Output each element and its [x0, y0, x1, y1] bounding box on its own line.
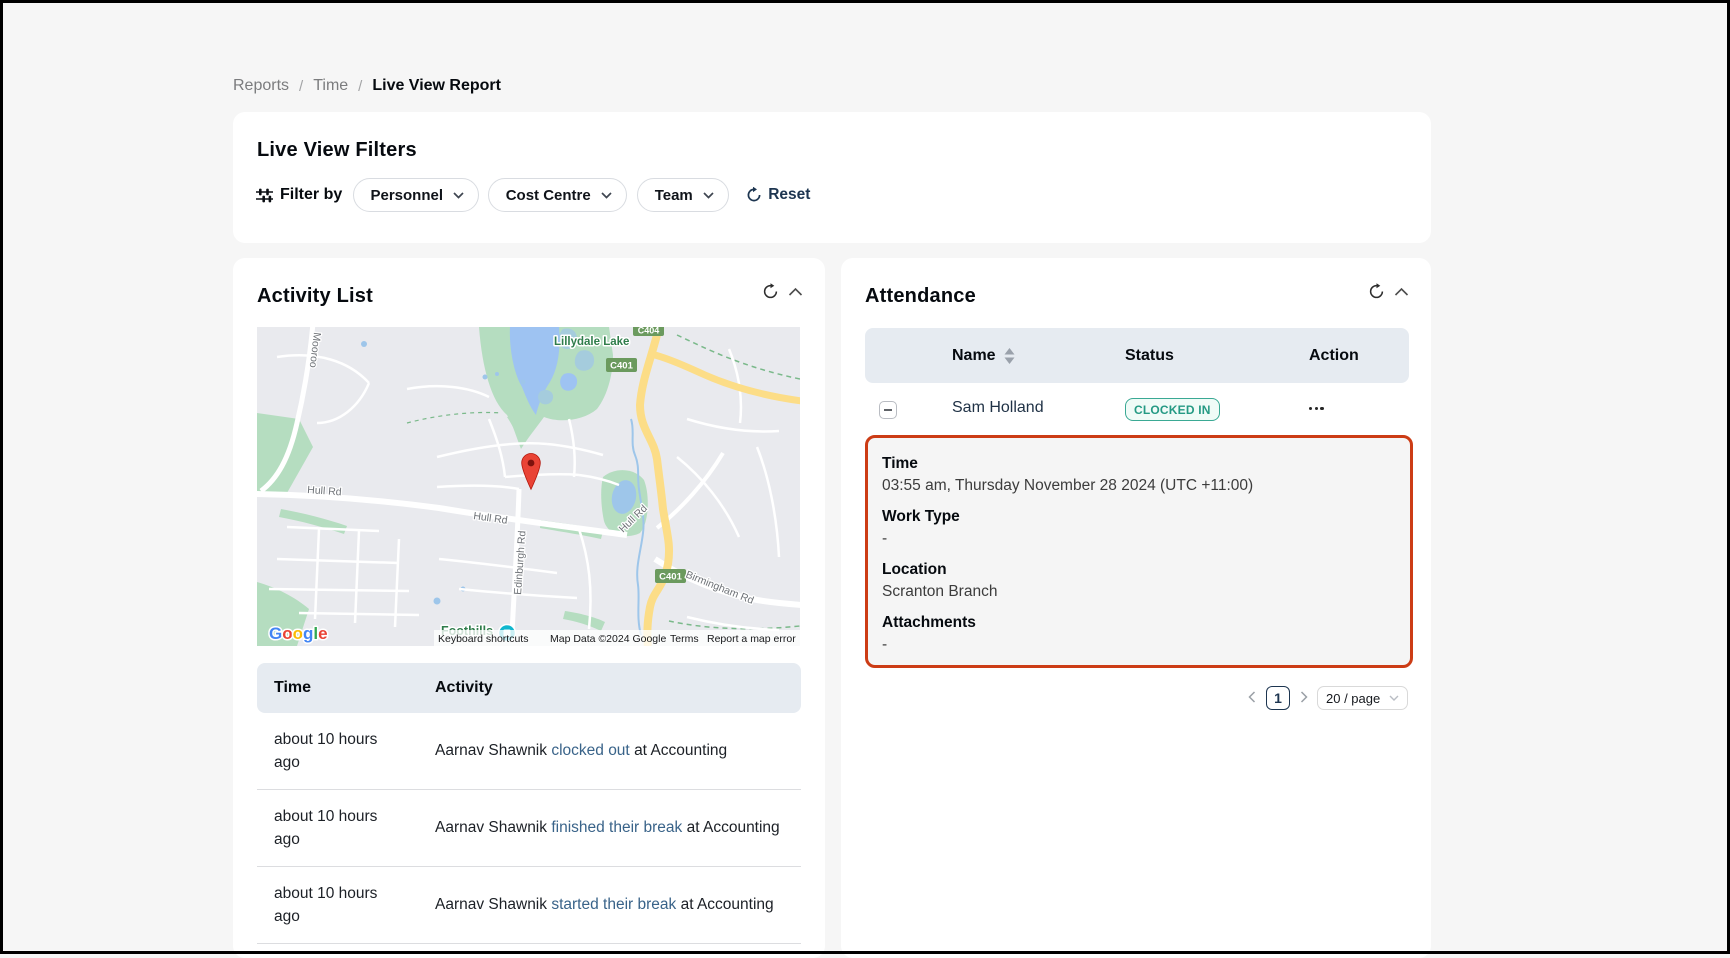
detail-label: Time: [882, 453, 1396, 475]
map-label-lake: Lillydale Lake: [554, 336, 629, 348]
filter-by-label: Filter by: [280, 186, 342, 204]
attendance-table-header: Name Status Action: [865, 328, 1409, 383]
activity-action-link[interactable]: finished their break: [551, 819, 682, 836]
attendance-card: Attendance Name Status Action Sam Hollan…: [841, 258, 1431, 958]
team-dropdown-label: Team: [654, 187, 693, 204]
activity-actor: Aarnav Shawnik: [435, 896, 547, 913]
map-label-hull-1: Hull Rd: [307, 484, 342, 498]
map-keyboard-shortcuts[interactable]: Keyboard shortcuts: [438, 633, 528, 645]
sliders-icon: [256, 188, 273, 203]
breadcrumb-current: Live View Report: [372, 77, 501, 95]
sort-icon[interactable]: [1004, 348, 1015, 364]
breadcrumb-time[interactable]: Time: [313, 77, 348, 95]
activity-row-2: about 10 hours ago Aarnav Shawnik finish…: [257, 790, 801, 867]
chevron-down-icon: [1389, 695, 1399, 701]
activity-action-link[interactable]: clocked out: [551, 742, 629, 759]
attendance-name-link[interactable]: Sam Holland: [952, 399, 1044, 417]
attendance-title: Attendance: [865, 285, 976, 308]
activity-actor: Aarnav Shawnik: [435, 742, 547, 759]
road-shield-c401-bottom: C401: [655, 569, 686, 583]
activity-suffix: at Accounting: [687, 819, 780, 836]
collapse-icon[interactable]: [788, 287, 803, 297]
row-actions-menu[interactable]: [1309, 407, 1324, 410]
activity-actor: Aarnav Shawnik: [435, 819, 547, 836]
activity-time: about 10 hours ago: [257, 728, 435, 774]
breadcrumb-reports[interactable]: Reports: [233, 77, 289, 95]
detail-label: Location: [882, 559, 1396, 581]
detail-value: -: [882, 528, 1396, 550]
personnel-dropdown-label: Personnel: [370, 187, 443, 204]
col-header-name[interactable]: Name: [952, 347, 1015, 365]
activity-time: about 10 hours ago: [257, 882, 435, 928]
google-logo: Google: [269, 624, 328, 643]
filter-row: Filter by Personnel Cost Centre Team Res…: [256, 178, 810, 212]
activity-title: Activity List: [257, 285, 373, 308]
cost-centre-dropdown[interactable]: Cost Centre: [488, 178, 627, 212]
row-collapse-button[interactable]: [879, 401, 897, 419]
activity-row-1: about 10 hours ago Aarnav Shawnik clocke…: [257, 713, 801, 790]
col-header-activity: Activity: [435, 679, 801, 697]
filters-card: Live View Filters Filter by Personnel Co…: [233, 112, 1431, 243]
activity-suffix: at Accounting: [634, 742, 727, 759]
breadcrumb-separator-2: /: [358, 78, 362, 95]
detail-field-time: Time 03:55 am, Thursday November 28 2024…: [882, 453, 1396, 497]
svg-text:C404: C404: [638, 327, 660, 336]
svg-text:C401: C401: [659, 572, 682, 583]
col-header-status: Status: [1125, 347, 1174, 365]
refresh-icon[interactable]: [1368, 283, 1385, 300]
attendance-row: Sam Holland CLOCKED IN: [865, 383, 1409, 435]
next-page-button[interactable]: [1299, 690, 1309, 706]
prev-page-button[interactable]: [1247, 690, 1257, 706]
map[interactable]: C404 C401 C401 Hull Rd Hull Rd Hull Rd E…: [257, 327, 800, 646]
page-size-select[interactable]: 20 / page: [1317, 686, 1408, 710]
reset-icon: [746, 187, 762, 203]
detail-field-attachments: Attachments -: [882, 612, 1396, 656]
reset-button[interactable]: Reset: [746, 186, 810, 204]
filters-title: Live View Filters: [257, 139, 417, 162]
detail-value: Scranton Branch: [882, 581, 1396, 603]
activity-time: about 10 hours ago: [257, 805, 435, 851]
col-header-time: Time: [257, 679, 435, 697]
activity-text: Aarnav Shawnik clocked out at Accounting: [435, 742, 801, 760]
road-shield-c401-top: C401: [606, 358, 637, 372]
col-header-name-label: Name: [952, 347, 996, 365]
refresh-icon[interactable]: [762, 283, 779, 300]
col-header-action: Action: [1309, 347, 1359, 365]
activity-card: Activity List: [233, 258, 825, 958]
reset-label: Reset: [768, 186, 810, 204]
team-dropdown[interactable]: Team: [637, 178, 729, 212]
filter-by: Filter by: [256, 186, 342, 204]
detail-field-worktype: Work Type -: [882, 506, 1396, 550]
chevron-down-icon: [453, 192, 464, 199]
detail-value: -: [882, 634, 1396, 656]
breadcrumb: Reports / Time / Live View Report: [233, 77, 501, 95]
activity-table-header: Time Activity: [257, 663, 801, 713]
breadcrumb-separator-1: /: [299, 78, 303, 95]
chevron-down-icon: [703, 192, 714, 199]
detail-field-location: Location Scranton Branch: [882, 559, 1396, 603]
map-data-attribution: Map Data ©2024 Google: [550, 633, 666, 645]
detail-value: 03:55 am, Thursday November 28 2024 (UTC…: [882, 475, 1396, 497]
road-shield-c404: C404: [633, 327, 664, 336]
activity-text: Aarnav Shawnik finished their break at A…: [435, 819, 801, 837]
detail-label: Work Type: [882, 506, 1396, 528]
collapse-icon[interactable]: [1394, 287, 1409, 297]
svg-text:C401: C401: [610, 361, 633, 372]
map-terms-link[interactable]: Terms: [670, 633, 699, 645]
page-size-value: 20 / page: [1326, 691, 1389, 706]
activity-suffix: at Accounting: [681, 896, 774, 913]
status-badge: CLOCKED IN: [1125, 398, 1220, 421]
activity-action-link[interactable]: started their break: [551, 896, 676, 913]
map-report-error-link[interactable]: Report a map error: [707, 633, 796, 645]
activity-text: Aarnav Shawnik started their break at Ac…: [435, 896, 801, 914]
current-page[interactable]: 1: [1266, 686, 1290, 710]
activity-table: Time Activity about 10 hours ago Aarnav …: [257, 663, 801, 944]
activity-row-3: about 10 hours ago Aarnav Shawnik starte…: [257, 867, 801, 944]
personnel-dropdown[interactable]: Personnel: [353, 178, 479, 212]
detail-label: Attachments: [882, 612, 1396, 634]
pagination: 1 20 / page: [1247, 686, 1408, 710]
chevron-down-icon: [601, 192, 612, 199]
cost-centre-dropdown-label: Cost Centre: [505, 187, 591, 204]
attendance-detail-panel: Time 03:55 am, Thursday November 28 2024…: [865, 435, 1413, 668]
